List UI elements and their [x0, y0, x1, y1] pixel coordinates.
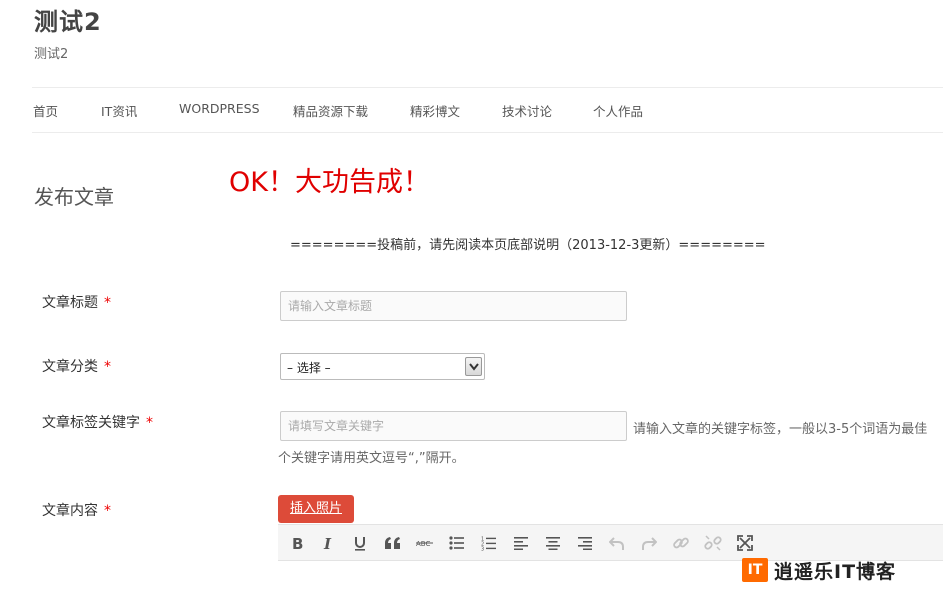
- submission-notice: ========投稿前，请先阅读本页底部说明（2013-12-3更新）=====…: [290, 238, 766, 253]
- nav-item-home[interactable]: 首页: [33, 101, 58, 120]
- nav-item-discussion[interactable]: 技术讨论: [502, 101, 552, 120]
- tags-label: 文章标签关键字 *: [42, 412, 153, 432]
- svg-text:ABC: ABC: [416, 540, 430, 548]
- tags-hint: 请输入文章的关键字标签，一般以3-5个词语为最佳: [633, 422, 928, 437]
- insert-image-button[interactable]: 插入照片: [278, 495, 354, 523]
- strikethrough-icon: ABC: [416, 540, 433, 548]
- numbered-list-icon: 123: [481, 536, 496, 551]
- svg-text:I: I: [323, 535, 332, 551]
- title-input[interactable]: [280, 291, 627, 321]
- italic-icon: I: [323, 535, 332, 551]
- tags-label-text: 文章标签关键字: [42, 415, 140, 431]
- fullscreen-button[interactable]: [734, 532, 756, 554]
- align-center-icon: [546, 537, 560, 550]
- fullscreen-icon: [737, 535, 753, 551]
- required-mark: *: [104, 503, 111, 519]
- underline-icon: [355, 537, 365, 551]
- watermark: IT 逍遥乐IT博客: [742, 556, 896, 584]
- underline-button[interactable]: [349, 532, 371, 554]
- required-mark: *: [104, 295, 111, 311]
- align-right-icon: [578, 537, 592, 550]
- bullet-list-button[interactable]: [446, 532, 468, 554]
- bullet-list-icon: [449, 536, 464, 550]
- page-title: 发布文章: [34, 185, 114, 209]
- chevron-down-icon: [469, 363, 479, 371]
- bold-button[interactable]: B: [287, 532, 309, 554]
- unlink-button[interactable]: [702, 532, 724, 554]
- nav-item-works[interactable]: 个人作品: [593, 101, 643, 120]
- align-right-button[interactable]: [574, 532, 596, 554]
- tags-hint-continued: 个关键字请用英文逗号“,”隔开。: [278, 451, 465, 466]
- title-label-text: 文章标题: [42, 295, 98, 311]
- title-label: 文章标题 *: [42, 292, 111, 312]
- numbered-list-button[interactable]: 123: [478, 532, 500, 554]
- bold-icon: B: [292, 535, 303, 551]
- redo-button[interactable]: [638, 532, 660, 554]
- align-left-button[interactable]: [510, 532, 532, 554]
- category-label-text: 文章分类: [42, 359, 98, 375]
- required-mark: *: [104, 359, 111, 375]
- category-selected-value: – 选择 –: [287, 361, 331, 375]
- svg-text:3: 3: [481, 546, 484, 551]
- site-title[interactable]: 测试2: [34, 2, 102, 37]
- category-label: 文章分类 *: [42, 356, 111, 376]
- italic-button[interactable]: I: [318, 532, 340, 554]
- nav-bottom-divider: [32, 132, 943, 133]
- required-mark: *: [146, 415, 153, 431]
- undo-icon: [609, 537, 624, 550]
- blockquote-icon: [385, 537, 400, 549]
- main-nav: 首页 IT资讯 WORDPRESS 精品资源下载 精彩博文 技术讨论 个人作品: [0, 88, 943, 132]
- align-left-icon: [514, 537, 528, 550]
- success-message: OK！大功告成！: [229, 167, 430, 198]
- align-center-button[interactable]: [542, 532, 564, 554]
- category-select[interactable]: – 选择 –: [280, 353, 485, 380]
- nav-item-it-news[interactable]: IT资讯: [101, 101, 137, 120]
- strikethrough-button[interactable]: ABC: [414, 532, 436, 554]
- blockquote-button[interactable]: [382, 532, 404, 554]
- watermark-text: 逍遥乐IT博客: [774, 560, 897, 583]
- link-button[interactable]: [670, 532, 692, 554]
- link-icon: [673, 537, 689, 549]
- site-description: 测试2: [34, 47, 69, 62]
- undo-button[interactable]: [606, 532, 628, 554]
- content-label: 文章内容 *: [42, 500, 111, 520]
- dropdown-arrow-button[interactable]: [465, 357, 482, 376]
- content-label-text: 文章内容: [42, 503, 98, 519]
- unlink-icon: [704, 535, 722, 551]
- nav-item-wordpress[interactable]: WORDPRESS: [179, 101, 260, 116]
- watermark-logo: IT: [742, 558, 768, 582]
- svg-text:B: B: [292, 535, 303, 551]
- redo-icon: [642, 537, 657, 550]
- nav-item-downloads[interactable]: 精品资源下载: [293, 101, 368, 120]
- tags-input[interactable]: [280, 411, 627, 441]
- nav-item-blog-posts[interactable]: 精彩博文: [410, 101, 460, 120]
